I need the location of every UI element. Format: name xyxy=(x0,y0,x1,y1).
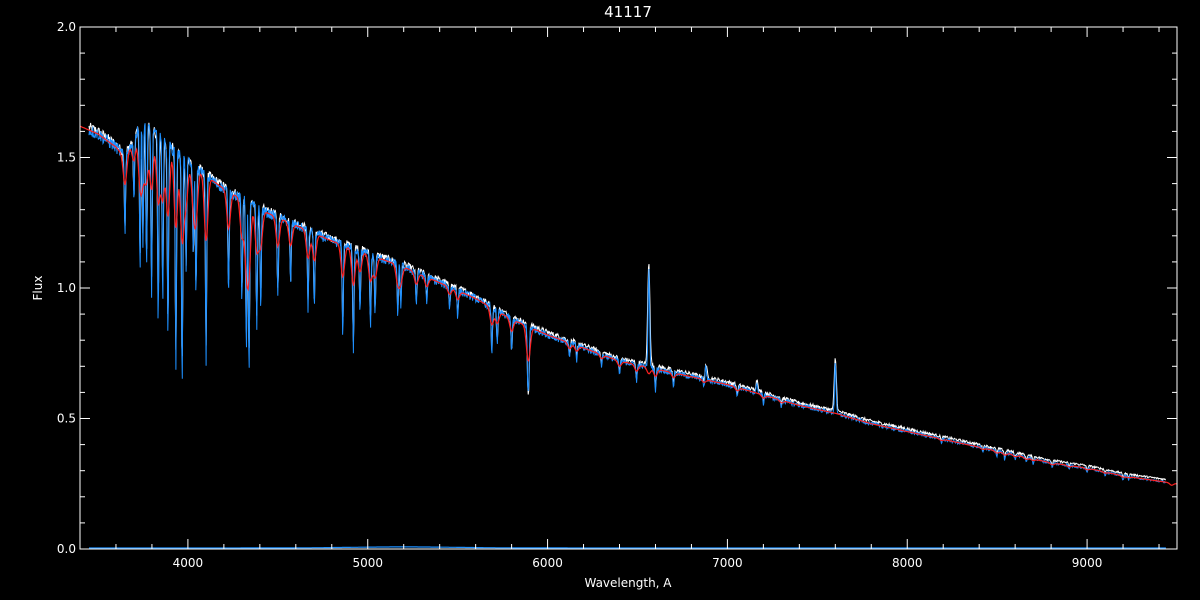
y-tick-label: 2.0 xyxy=(57,20,76,34)
axis-ticks: 4000 5000 6000 7000 8000 9000 0.0 0.5 1.0 1.5 2.0 xyxy=(57,20,1177,570)
y-tick-label: 1.5 xyxy=(57,151,76,165)
x-tick-label: 5000 xyxy=(352,556,383,570)
y-axis-label: Flux xyxy=(31,276,45,301)
error-series-line xyxy=(89,546,1166,549)
plot-frame xyxy=(79,26,1178,550)
chart-title: 41117 xyxy=(604,3,652,21)
x-tick-label: 8000 xyxy=(892,556,923,570)
model-series-line xyxy=(79,125,1178,486)
y-tick-label: 0.0 xyxy=(57,542,76,556)
x-tick-label: 9000 xyxy=(1072,556,1103,570)
x-tick-label: 6000 xyxy=(532,556,563,570)
x-tick-label: 4000 xyxy=(173,556,204,570)
fit-series-line xyxy=(88,123,1166,484)
spectrum-chart: 41117 4000 5000 6000 7000 8000 9000 0.0 0.5 1.0 1… xyxy=(0,0,1200,600)
plot-traces xyxy=(79,122,1178,549)
y-tick-label: 1.0 xyxy=(57,281,76,295)
x-tick-label: 7000 xyxy=(712,556,743,570)
x-axis-label: Wavelength, A xyxy=(584,576,672,590)
y-tick-label: 0.5 xyxy=(57,412,76,426)
observed-series-line xyxy=(88,122,1167,481)
